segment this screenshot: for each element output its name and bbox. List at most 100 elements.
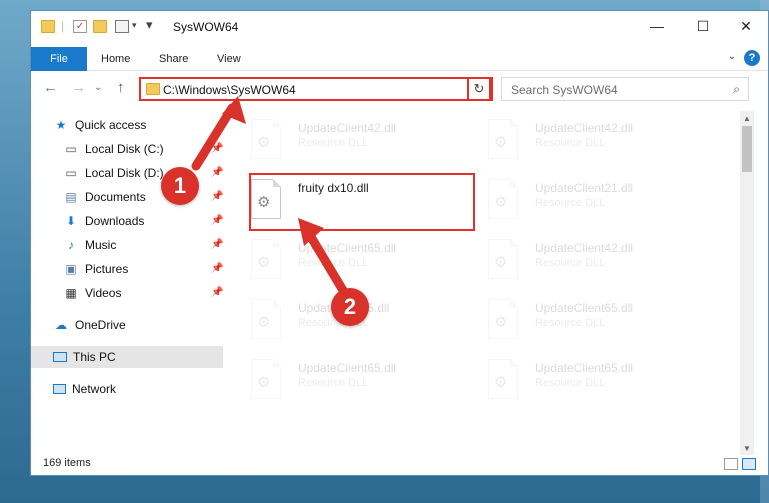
pin-icon[interactable]: 📌 [211, 143, 223, 154]
file-name: UpdateClient65.dll [298, 241, 397, 255]
search-placeholder: Search SysWOW64 [511, 83, 618, 97]
ribbon-collapse-icon[interactable]: ⌄ [728, 51, 736, 62]
pin-icon[interactable]: 📌 [211, 239, 223, 250]
nav-item-downloads[interactable]: ⬇ Downloads [63, 210, 144, 232]
file-name: UpdateClient42.dll [298, 121, 397, 135]
star-icon: ★ [55, 118, 67, 132]
gear-icon: ⚙ [257, 314, 271, 331]
nav-item-local-disk-d[interactable]: ▭ Local Disk (D:) [63, 162, 164, 184]
gear-icon: ⚙ [257, 254, 271, 271]
nav-item-label: Videos [85, 286, 122, 300]
file-item[interactable]: ⚙ UpdateClient65.dll Resource DLL [231, 353, 461, 409]
nav-item-label: OneDrive [75, 318, 126, 332]
file-name: UpdateClient65.dll [298, 361, 397, 375]
step-1-badge: 1 [161, 167, 199, 205]
minimize-button[interactable]: — [634, 11, 680, 41]
drive-icon: ▭ [65, 166, 77, 180]
gear-icon: ⚙ [257, 134, 271, 151]
tab-share[interactable]: Share [159, 53, 188, 65]
nav-item-onedrive[interactable]: ☁ OneDrive [53, 314, 126, 336]
tab-view[interactable]: View [217, 53, 241, 65]
nav-item-label: Documents [85, 190, 146, 204]
network-icon [53, 384, 66, 394]
nav-item-label: Quick access [75, 118, 147, 132]
details-view-icon[interactable] [724, 458, 738, 470]
gear-icon: ⚙ [494, 314, 508, 331]
nav-item-documents[interactable]: ▤ Documents [63, 186, 146, 208]
nav-item-label: Local Disk (C:) [85, 142, 164, 156]
new-folder-icon[interactable] [93, 20, 107, 33]
view-options-icon[interactable] [115, 20, 129, 33]
nav-item-pictures[interactable]: ▣ Pictures [63, 258, 128, 280]
file-item[interactable]: ⚙ UpdateClient42.dll Resource DLL [468, 233, 698, 289]
pin-icon[interactable]: 📌 [211, 167, 223, 178]
nav-item-label: Network [72, 382, 117, 396]
close-button[interactable]: ✕ [723, 11, 769, 41]
large-icons-view-icon[interactable] [742, 458, 756, 470]
step-2-badge: 2 [331, 288, 369, 326]
file-type: Resource DLL [535, 197, 606, 209]
gear-icon: ⚙ [494, 134, 508, 151]
pin-icon[interactable]: 📌 [211, 215, 223, 226]
file-name: UpdateClient65.dll [535, 301, 634, 315]
forward-button[interactable]: → [71, 79, 86, 96]
pin-icon[interactable]: 📌 [211, 287, 223, 298]
address-bar[interactable]: C:\Windows\SysWOW64 ⌄ [139, 77, 493, 101]
nav-item-this-pc[interactable]: This PC [31, 346, 223, 368]
recent-locations-button[interactable]: ⌄ [94, 82, 102, 93]
maximize-button[interactable]: ☐ [680, 11, 726, 41]
folder-icon [41, 20, 55, 33]
chevron-down-icon[interactable]: ▾ [146, 17, 153, 33]
gear-icon: ⚙ [494, 374, 508, 391]
file-name: UpdateClient42.dll [535, 241, 634, 255]
gear-icon: ⚙ [494, 254, 508, 271]
back-button[interactable]: ← [43, 79, 58, 96]
nav-item-network[interactable]: Network [53, 378, 116, 400]
search-box[interactable]: Search SysWOW64 ⌕ [501, 77, 749, 101]
downloads-icon: ⬇ [65, 214, 77, 228]
videos-icon: ▦ [65, 286, 77, 300]
nav-item-quick-access[interactable]: ★ Quick access [53, 114, 223, 136]
file-type: Resource DLL [298, 137, 369, 149]
file-item[interactable]: ⚙ UpdateClient21.dll Resource DLL [468, 173, 698, 229]
refresh-button[interactable]: ↻ [467, 77, 491, 101]
file-item[interactable]: ⚙ UpdateClient42.dll Resource DLL [468, 113, 698, 169]
file-item[interactable]: ⚙ UpdateClient65.dll Resource DLL [231, 233, 461, 289]
scroll-down-icon[interactable]: ▼ [740, 441, 754, 455]
navigation-pane: ★ Quick access ▭ Local Disk (C:) 📌 ▭ Loc… [31, 111, 223, 451]
file-type: Resource DLL [535, 377, 606, 389]
scroll-up-icon[interactable]: ▲ [740, 111, 754, 125]
tab-file[interactable]: File [31, 47, 87, 71]
nav-item-videos[interactable]: ▦ Videos [63, 282, 121, 304]
file-type: Resource DLL [298, 257, 369, 269]
tab-home[interactable]: Home [101, 53, 130, 65]
item-count: 169 items [43, 457, 91, 469]
nav-item-label: Local Disk (D:) [85, 166, 164, 180]
up-button[interactable]: ↑ [117, 79, 125, 96]
gear-icon: ⚙ [494, 194, 508, 211]
drive-icon: ▭ [65, 142, 77, 156]
pin-icon[interactable]: 📌 [211, 263, 223, 274]
file-item[interactable]: ⚙ UpdateClient65.dll Resource DLL [468, 353, 698, 409]
file-item[interactable]: ⚙ UpdateClient65.dll Resource DLL [468, 293, 698, 349]
properties-icon[interactable]: ✓ [73, 20, 87, 33]
vertical-scrollbar[interactable]: ▲ ▼ [740, 111, 754, 455]
search-icon[interactable]: ⌕ [733, 82, 740, 97]
help-button[interactable]: ? [744, 50, 760, 66]
file-item[interactable]: ⚙ UpdateClient42.dll Resource DLL [231, 113, 461, 169]
highlight-box-file [249, 173, 475, 231]
explorer-window: | ✓ ▾ ▾ SysWOW64 — ☐ ✕ File Home Share V… [30, 10, 769, 476]
nav-item-label: Music [85, 238, 117, 252]
file-type: Resource DLL [298, 377, 369, 389]
customize-toolbar-icon[interactable]: ▾ [132, 20, 137, 31]
address-path[interactable]: C:\Windows\SysWOW64 [163, 83, 296, 97]
nav-item-label: This PC [73, 350, 116, 364]
scroll-thumb[interactable] [742, 126, 752, 172]
nav-item-music[interactable]: ♪ Music [63, 234, 116, 256]
file-type: Resource DLL [535, 317, 606, 329]
nav-item-local-disk-c[interactable]: ▭ Local Disk (C:) [63, 138, 164, 160]
separator: | [61, 19, 65, 33]
pin-icon[interactable]: 📌 [211, 191, 223, 202]
file-name: UpdateClient21.dll [535, 181, 634, 195]
documents-icon: ▤ [65, 190, 77, 204]
